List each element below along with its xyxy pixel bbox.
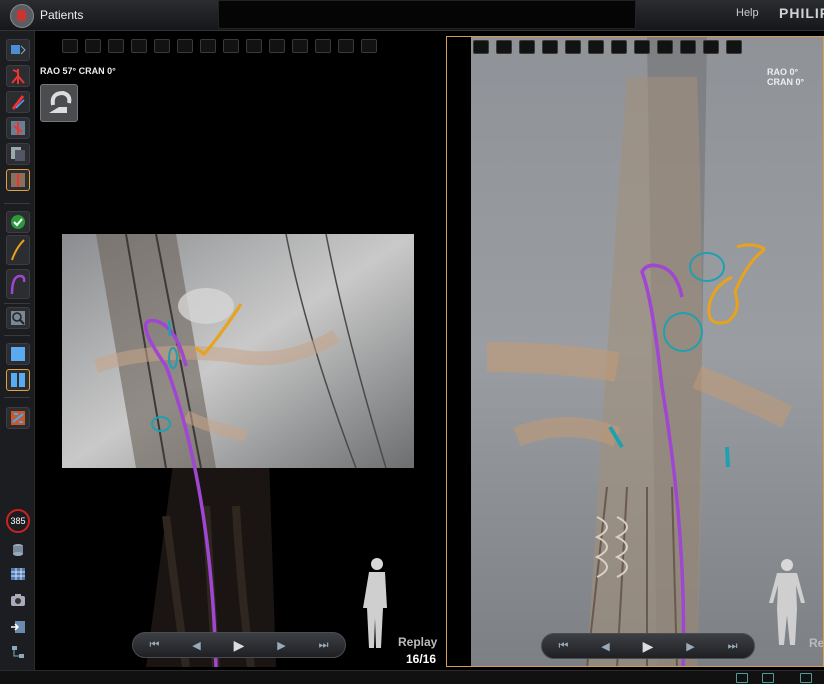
magnify-search-icon[interactable] [6,307,30,329]
status-bar [0,670,824,684]
patients-tab[interactable]: Patients [40,8,83,22]
tool-sidebar: 385 [0,31,35,670]
layout-toggle-icon[interactable] [6,39,30,61]
measure-tool-icon[interactable] [542,40,558,54]
dual-view-icon[interactable] [6,369,30,391]
sidebar-divider [4,303,30,304]
sidebar-divider [4,397,30,398]
single-view-icon[interactable] [6,343,30,365]
patient-orientation-figure[interactable] [362,556,392,651]
roadmap-icon[interactable] [6,143,30,165]
swap-views-icon[interactable] [6,407,30,429]
right-playback-controls: ⏮ ◀ ▶ ▶ ⏭ [541,633,755,659]
last-frame-icon[interactable]: ⏭ [728,640,738,653]
export-icon[interactable] [6,615,30,637]
fusion-view-icon[interactable] [6,169,30,191]
network-icon[interactable] [6,641,30,663]
vessel-tree-icon[interactable] [6,65,30,87]
pointer-tool-icon[interactable] [519,40,535,54]
first-frame-icon[interactable]: ⏮ [149,639,159,652]
brand-logo: PHILIPS [779,5,824,21]
sidebar-divider [4,335,30,336]
right-replay-label: Re [809,636,824,650]
next-frame-icon[interactable]: ▶ [277,639,285,652]
right-view-toolbar [447,37,823,57]
contrast-tool-icon[interactable] [588,40,604,54]
sidebar-divider [4,203,30,204]
right-view[interactable]: RAO 0° CRAN 0° ⏮ ◀ ▶ ▶ ⏭ Re [446,36,824,667]
save-tool-icon[interactable] [726,40,742,54]
patient-orientation-figure[interactable] [765,557,809,652]
prev-frame-icon[interactable]: ◀ [192,639,200,652]
database-icon[interactable] [6,539,30,561]
zoom-tool-icon[interactable] [496,40,512,54]
last-frame-icon[interactable]: ⏭ [319,639,329,652]
play-icon[interactable]: ▶ [643,638,654,655]
dose-counter-badge: 385 [6,509,30,533]
camera-icon[interactable] [6,589,30,611]
system-status-icon[interactable] [736,673,748,683]
next-frame-icon[interactable]: ▶ [686,640,694,653]
title-bar: Patients Help PHILIPS [0,0,824,31]
prev-frame-icon[interactable]: ◀ [601,640,609,653]
image-grid-icon[interactable] [6,563,30,585]
ruler-tool-icon[interactable] [680,40,696,54]
guidewire-tool-icon[interactable] [6,235,30,265]
left-playback-controls: ⏮ ◀ ▶ ▶ ⏭ [132,632,346,658]
anatomy-overlay-icon[interactable] [6,117,30,139]
patients-app-icon[interactable] [10,4,34,28]
left-view[interactable]: RAO 57° CRAN 0° ⏮ ◀ ▶ ▶ ⏭ Replay 16/16 [36,36,444,667]
pan-tool-icon[interactable] [473,40,489,54]
play-icon[interactable]: ▶ [234,637,245,654]
left-frame-counter: 16/16 [406,652,437,666]
left-replay-label: Replay [398,635,438,649]
annotate-tool-icon[interactable] [634,40,650,54]
right-view-geometry: RAO 0° CRAN 0° [767,67,805,87]
first-frame-icon[interactable]: ⏮ [558,640,568,653]
network-status-icon[interactable] [762,673,774,683]
vessel-segment-icon[interactable] [6,91,30,113]
select-tool-icon[interactable] [611,40,627,54]
catheter-tool-icon[interactable] [6,269,30,299]
confirm-check-icon[interactable] [6,211,30,233]
layout-tool-icon[interactable] [703,40,719,54]
mark-tool-icon[interactable] [657,40,673,54]
help-button[interactable]: Help [736,7,759,19]
patient-info-field [218,0,636,29]
rotate-tool-icon[interactable] [565,40,581,54]
storage-status-icon[interactable] [800,673,812,683]
